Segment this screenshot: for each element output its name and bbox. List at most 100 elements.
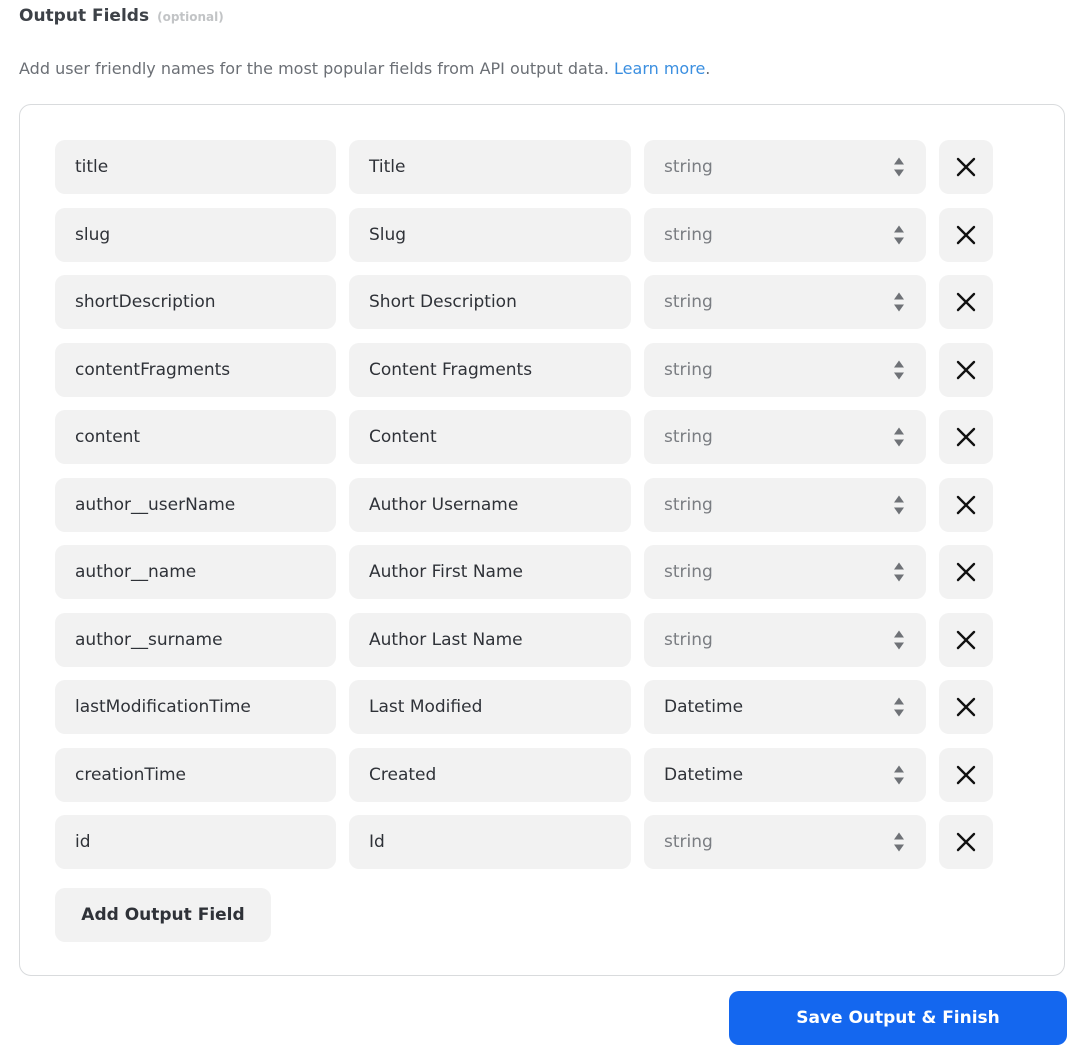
field-label-input[interactable]: Last Modified bbox=[349, 680, 631, 734]
field-key-input[interactable]: slug bbox=[55, 208, 336, 262]
close-icon bbox=[956, 630, 976, 650]
field-label-input[interactable]: Title bbox=[349, 140, 631, 194]
save-output-finish-button[interactable]: Save Output & Finish bbox=[729, 991, 1067, 1045]
sort-arrows-icon bbox=[894, 630, 904, 650]
field-key-value: content bbox=[75, 427, 141, 447]
remove-field-button[interactable] bbox=[939, 410, 993, 464]
field-label-input[interactable]: Short Description bbox=[349, 275, 631, 329]
field-label-value: Short Description bbox=[369, 292, 517, 312]
field-type-value: string bbox=[664, 427, 713, 447]
field-label-value: Author First Name bbox=[369, 562, 523, 582]
field-type-value: string bbox=[664, 832, 713, 852]
field-key-value: slug bbox=[75, 225, 111, 245]
field-type-select[interactable]: string bbox=[644, 815, 926, 869]
field-row: author__surname Author Last Name string bbox=[55, 613, 995, 667]
field-type-value: Datetime bbox=[664, 697, 744, 717]
section-title: Output Fields bbox=[19, 6, 150, 26]
field-key-input[interactable]: author__userName bbox=[55, 478, 336, 532]
remove-field-button[interactable] bbox=[939, 343, 993, 397]
field-key-value: author__userName bbox=[75, 495, 236, 515]
field-row: title Title string bbox=[55, 140, 995, 194]
remove-field-button[interactable] bbox=[939, 275, 993, 329]
field-key-value: title bbox=[75, 157, 109, 177]
field-type-select[interactable]: string bbox=[644, 545, 926, 599]
close-icon bbox=[956, 697, 976, 717]
close-icon bbox=[956, 765, 976, 785]
learn-more-link[interactable]: Learn more bbox=[614, 59, 705, 78]
sort-arrows-icon bbox=[894, 157, 904, 177]
field-type-select[interactable]: string bbox=[644, 478, 926, 532]
field-type-value: string bbox=[664, 360, 713, 380]
sort-arrows-icon bbox=[894, 495, 904, 515]
field-label-value: Content bbox=[369, 427, 437, 447]
remove-field-button[interactable] bbox=[939, 208, 993, 262]
close-icon bbox=[956, 427, 976, 447]
field-label-input[interactable]: Content Fragments bbox=[349, 343, 631, 397]
field-type-select[interactable]: Datetime bbox=[644, 748, 926, 802]
sort-arrows-icon bbox=[894, 292, 904, 312]
field-key-input[interactable]: shortDescription bbox=[55, 275, 336, 329]
field-label-value: Id bbox=[369, 832, 385, 852]
field-key-input[interactable]: lastModificationTime bbox=[55, 680, 336, 734]
sort-arrows-icon bbox=[894, 697, 904, 717]
remove-field-button[interactable] bbox=[939, 815, 993, 869]
output-fields-page: Output Fields (optional) Add user friend… bbox=[0, 0, 1083, 1059]
close-icon bbox=[956, 360, 976, 380]
sort-arrows-icon bbox=[894, 562, 904, 582]
sort-arrows-icon bbox=[894, 832, 904, 852]
field-label-input[interactable]: Created bbox=[349, 748, 631, 802]
section-description: Add user friendly names for the most pop… bbox=[19, 59, 710, 78]
field-label-input[interactable]: Author First Name bbox=[349, 545, 631, 599]
field-key-value: id bbox=[75, 832, 91, 852]
field-key-input[interactable]: content bbox=[55, 410, 336, 464]
remove-field-button[interactable] bbox=[939, 680, 993, 734]
field-label-input[interactable]: Id bbox=[349, 815, 631, 869]
field-label-value: Last Modified bbox=[369, 697, 483, 717]
description-period: . bbox=[705, 59, 711, 78]
field-type-select[interactable]: string bbox=[644, 613, 926, 667]
field-label-input[interactable]: Author Username bbox=[349, 478, 631, 532]
field-key-input[interactable]: author__name bbox=[55, 545, 336, 599]
field-key-input[interactable]: id bbox=[55, 815, 336, 869]
remove-field-button[interactable] bbox=[939, 613, 993, 667]
field-type-value: string bbox=[664, 495, 713, 515]
remove-field-button[interactable] bbox=[939, 748, 993, 802]
field-label-value: Created bbox=[369, 765, 437, 785]
field-type-value: string bbox=[664, 562, 713, 582]
field-type-select[interactable]: Datetime bbox=[644, 680, 926, 734]
add-output-field-button[interactable]: Add Output Field bbox=[55, 888, 271, 942]
sort-arrows-icon bbox=[894, 360, 904, 380]
remove-field-button[interactable] bbox=[939, 140, 993, 194]
field-type-select[interactable]: string bbox=[644, 140, 926, 194]
output-fields-panel: title Title string slug Slug string shortDescr… bbox=[19, 104, 1065, 976]
field-row: lastModificationTime Last Modified Datetim… bbox=[55, 680, 995, 734]
field-type-select[interactable]: string bbox=[644, 208, 926, 262]
close-icon bbox=[956, 292, 976, 312]
remove-field-button[interactable] bbox=[939, 545, 993, 599]
field-row: author__name Author First Name string bbox=[55, 545, 995, 599]
field-key-input[interactable]: author__surname bbox=[55, 613, 336, 667]
field-label-input[interactable]: Content bbox=[349, 410, 631, 464]
field-key-input[interactable]: title bbox=[55, 140, 336, 194]
field-label-value: Content Fragments bbox=[369, 360, 533, 380]
field-key-value: creationTime bbox=[75, 765, 187, 785]
close-icon bbox=[956, 157, 976, 177]
field-row: id Id string bbox=[55, 815, 995, 869]
field-row: slug Slug string bbox=[55, 208, 995, 262]
field-key-value: author__surname bbox=[75, 630, 223, 650]
field-row: creationTime Created Datetime bbox=[55, 748, 995, 802]
sort-arrows-icon bbox=[894, 225, 904, 245]
field-label-input[interactable]: Slug bbox=[349, 208, 631, 262]
field-type-value: string bbox=[664, 225, 713, 245]
field-type-select[interactable]: string bbox=[644, 343, 926, 397]
field-type-select[interactable]: string bbox=[644, 275, 926, 329]
field-label-input[interactable]: Author Last Name bbox=[349, 613, 631, 667]
field-type-value: string bbox=[664, 157, 713, 177]
field-type-select[interactable]: string bbox=[644, 410, 926, 464]
field-key-value: lastModificationTime bbox=[75, 697, 251, 717]
remove-field-button[interactable] bbox=[939, 478, 993, 532]
field-key-input[interactable]: creationTime bbox=[55, 748, 336, 802]
close-icon bbox=[956, 562, 976, 582]
field-row: content Content string bbox=[55, 410, 995, 464]
field-key-input[interactable]: contentFragments bbox=[55, 343, 336, 397]
